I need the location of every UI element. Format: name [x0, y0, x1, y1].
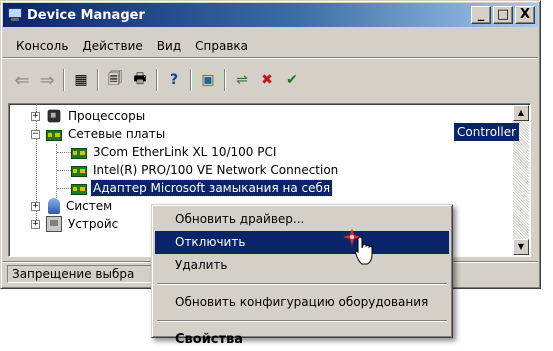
- scroll-up-button[interactable]: ▲: [513, 105, 529, 121]
- obscured-tree-item-fragment[interactable]: Controller: [454, 123, 520, 141]
- tree-item-label: Систем: [66, 199, 113, 213]
- help-icon[interactable]: ?: [163, 69, 185, 91]
- tree-item-label: Процессоры: [68, 109, 146, 123]
- toolbar-separator: [97, 69, 99, 91]
- tree-item-loopback-adapter[interactable]: Адаптер Microsoft замыкания на себя: [71, 179, 334, 197]
- menu-separator: [157, 283, 447, 285]
- mouse-pointer-icon: [355, 236, 373, 265]
- menu-console[interactable]: Консоль: [9, 37, 75, 55]
- title-bar[interactable]: Device Manager _ □ X: [3, 3, 538, 27]
- tree-item-system[interactable]: + Систем: [31, 197, 114, 215]
- tree-item-label-selected: Адаптер Microsoft замыкания на себя: [89, 179, 334, 197]
- network-adapter-icon: [46, 130, 62, 141]
- processor-icon: [47, 109, 61, 123]
- toolbar-separator: [63, 69, 65, 91]
- toolbar-separator: [190, 69, 192, 91]
- network-adapter-icon: [71, 148, 87, 159]
- window-title: Device Manager: [27, 7, 145, 23]
- close-button[interactable]: X: [515, 6, 535, 24]
- tree-item-devices[interactable]: + Устройс: [31, 215, 120, 233]
- minimize-button[interactable]: _: [471, 6, 491, 24]
- menu-action[interactable]: Действие: [75, 37, 149, 55]
- menu-item-disable[interactable]: Отключить: [155, 231, 449, 254]
- uninstall-icon[interactable]: ✖: [256, 69, 278, 91]
- device-view-icon[interactable]: ▣: [197, 69, 219, 91]
- tree-item-label: Устройс: [68, 217, 119, 231]
- network-adapter-icon: [71, 184, 87, 195]
- tree-item-label: 3Com EtherLink XL 10/100 PCI: [93, 145, 277, 159]
- back-arrow-icon[interactable]: ⇐: [11, 69, 33, 91]
- devices-icon: [46, 216, 62, 232]
- tree-item-processors[interactable]: + Процессоры: [31, 107, 147, 125]
- expand-toggle[interactable]: +: [31, 219, 40, 229]
- toolbar-separator: [156, 69, 158, 91]
- toolbar-separator: [224, 69, 226, 91]
- menu-separator: [157, 320, 447, 322]
- menu-item-scan-hardware[interactable]: Обновить конфигурацию оборудования: [155, 291, 449, 314]
- tree-item-label: Сетевые платы: [68, 127, 166, 141]
- toolbar: ⇐ ⇒ ▦ 🗐 🖶 ? ▣ ⇌ ✖ ✔: [3, 64, 538, 96]
- menu-help[interactable]: Справка: [188, 37, 255, 55]
- context-menu: Обновить драйвер... Отключить Удалить Об…: [151, 204, 453, 347]
- menu-item-properties[interactable]: Свойства: [155, 328, 449, 351]
- network-adapter-icon: [71, 166, 87, 177]
- print-icon[interactable]: 🖶: [129, 69, 151, 91]
- tree-item-3com[interactable]: 3Com EtherLink XL 10/100 PCI: [71, 143, 278, 161]
- menu-bar: Консоль Действие Вид Справка: [3, 34, 538, 58]
- maximize-button[interactable]: □: [493, 6, 513, 24]
- collapse-toggle[interactable]: −: [31, 129, 40, 139]
- tree-item-intel[interactable]: Intel(R) PRO/100 VE Network Connection: [71, 161, 340, 179]
- system-devices-icon: [48, 198, 60, 214]
- scroll-down-button[interactable]: ▼: [513, 239, 529, 255]
- menu-item-uninstall[interactable]: Удалить: [155, 254, 449, 277]
- expand-toggle[interactable]: +: [31, 201, 40, 211]
- properties-view-icon[interactable]: ▦: [70, 69, 92, 91]
- scan-hardware-icon[interactable]: ⇌: [231, 69, 253, 91]
- menu-view[interactable]: Вид: [150, 37, 188, 55]
- enable-icon[interactable]: ✔: [281, 69, 303, 91]
- expand-toggle[interactable]: +: [31, 111, 40, 121]
- forward-arrow-icon[interactable]: ⇒: [36, 69, 58, 91]
- tree-item-network-adapters[interactable]: − Сетевые платы: [31, 125, 167, 143]
- device-manager-icon: [7, 7, 23, 23]
- properties-icon[interactable]: 🗐: [104, 69, 126, 91]
- tree-item-label: Intel(R) PRO/100 VE Network Connection: [93, 163, 339, 177]
- menu-item-update-driver[interactable]: Обновить драйвер...: [155, 208, 449, 231]
